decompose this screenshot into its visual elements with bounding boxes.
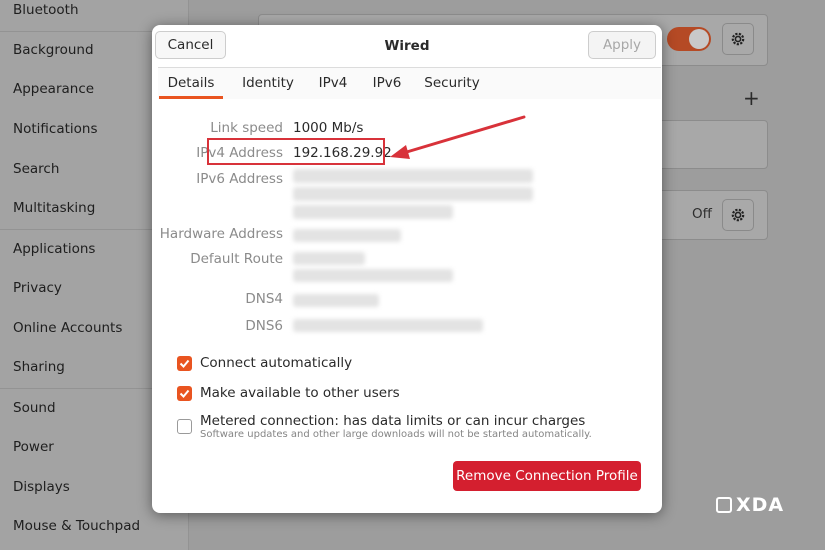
checkmark-icon — [179, 389, 190, 398]
metered-connection-checkbox[interactable] — [177, 419, 192, 434]
redacted-route — [293, 252, 365, 265]
proxy-status: Off — [692, 206, 712, 222]
gear-icon — [731, 32, 745, 46]
gear-icon — [731, 208, 745, 222]
tab-bar: Details Identity IPv4 IPv6 Security — [158, 67, 661, 100]
connect-automatically-label[interactable]: Connect automatically — [200, 355, 352, 371]
connect-automatically-checkbox[interactable] — [177, 356, 192, 371]
tab-ipv4[interactable]: IPv4 — [311, 68, 355, 99]
hardware-address-label: Hardware Address — [159, 226, 283, 242]
metered-connection-label[interactable]: Metered connection: has data limits or c… — [200, 413, 585, 429]
dialog-title: Wired — [384, 38, 430, 54]
wired-toggle[interactable] — [667, 27, 711, 51]
redacted-ipv6 — [293, 205, 453, 219]
tab-security[interactable]: Security — [418, 68, 486, 99]
annotation-arrow — [390, 115, 526, 159]
dns6-label: DNS6 — [245, 318, 283, 334]
link-speed-value: 1000 Mb/s — [293, 120, 364, 136]
redacted-route — [293, 269, 453, 282]
xda-logo: XDA — [716, 493, 784, 517]
redacted-dns4 — [293, 294, 379, 307]
xda-logo-mark-icon — [716, 497, 732, 513]
ipv6-label: IPv6 Address — [196, 171, 283, 187]
tab-ipv6[interactable]: IPv6 — [365, 68, 409, 99]
redacted-ipv6 — [293, 169, 533, 183]
add-vpn-icon[interactable]: + — [743, 88, 760, 108]
xda-logo-text: XDA — [736, 494, 785, 516]
remove-connection-profile-button[interactable]: Remove Connection Profile — [453, 461, 641, 491]
available-to-others-checkbox[interactable] — [177, 386, 192, 401]
redacted-dns6 — [293, 319, 483, 332]
proxy-settings-button[interactable] — [722, 199, 754, 231]
dns4-label: DNS4 — [245, 291, 283, 307]
apply-button[interactable]: Apply — [588, 31, 656, 59]
checkmark-icon — [179, 359, 190, 368]
toggle-knob — [689, 29, 709, 49]
wired-settings-button[interactable] — [722, 23, 754, 55]
link-speed-label: Link speed — [210, 120, 283, 136]
wired-dialog: Cancel Wired Apply Details Identity IPv4… — [152, 25, 662, 513]
available-to-others-label[interactable]: Make available to other users — [200, 385, 400, 401]
ipv4-highlight-box — [207, 138, 385, 165]
redacted-hardware-address — [293, 229, 401, 242]
default-route-label: Default Route — [190, 251, 283, 267]
details-panel: Link speed 1000 Mb/s IPv4 Address 192.16… — [158, 99, 661, 512]
metered-connection-description: Software updates and other large downloa… — [200, 429, 592, 440]
tab-identity[interactable]: Identity — [234, 68, 302, 99]
tab-details[interactable]: Details — [159, 68, 223, 99]
redacted-ipv6 — [293, 187, 533, 201]
